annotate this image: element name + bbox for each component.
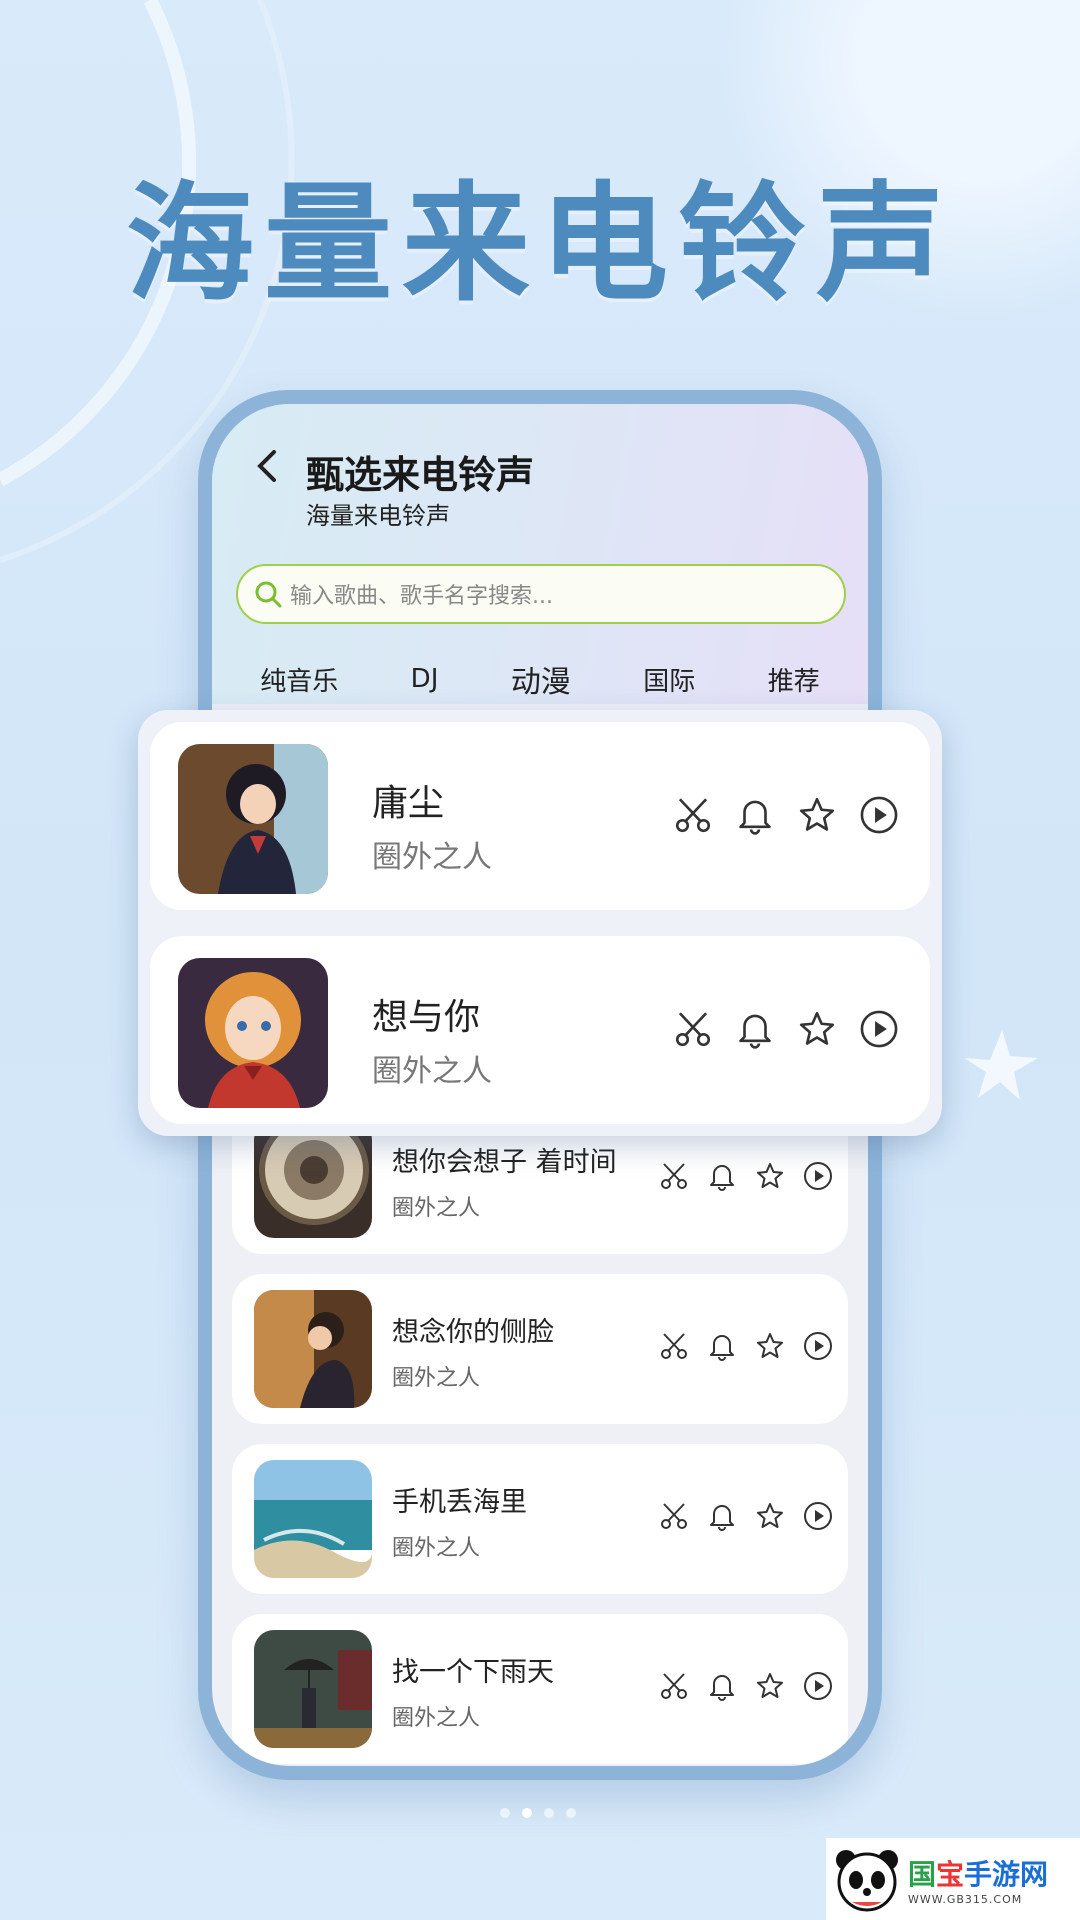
watermark-name-b: 宝 bbox=[936, 1857, 965, 1891]
star-icon[interactable] bbox=[796, 794, 838, 836]
scissors-icon[interactable] bbox=[658, 1160, 690, 1192]
category-tabs: 纯音乐 DJ 动漫 国际 推荐 bbox=[212, 654, 868, 704]
scissors-icon[interactable] bbox=[672, 794, 714, 836]
watermark-text: 国宝手游网 WWW.GB315.COM bbox=[908, 1853, 1048, 1906]
scissors-icon[interactable] bbox=[672, 1008, 714, 1050]
list-item[interactable]: 庸尘 圈外之人 bbox=[150, 722, 930, 910]
play-icon[interactable] bbox=[858, 1008, 900, 1050]
search-placeholder: 输入歌曲、歌手名字搜索... bbox=[290, 584, 553, 609]
page-title: 甄选来电铃声 bbox=[306, 453, 535, 497]
search-input[interactable]: 输入歌曲、歌手名字搜索... bbox=[236, 564, 846, 624]
row-actions bbox=[658, 1500, 834, 1532]
tab-recommended[interactable]: 推荐 bbox=[768, 661, 820, 698]
back-button[interactable] bbox=[252, 446, 282, 497]
list-item[interactable]: 手机丢海里 圈外之人 bbox=[232, 1444, 848, 1594]
ringtone-list: 想你会想子 着时间 圈外之人 想念你的侧脸 圈外之人 手机丢海里 圈外之人 找一… bbox=[232, 1104, 848, 1766]
watermark-name-c: 手游网 bbox=[964, 1857, 1049, 1891]
star-icon[interactable] bbox=[754, 1500, 786, 1532]
song-artist: 圈外之人 bbox=[392, 1706, 481, 1731]
thumbnail-clock bbox=[254, 1120, 372, 1238]
scissors-icon[interactable] bbox=[658, 1670, 690, 1702]
thumbnail-anime-girl-dark bbox=[178, 744, 328, 894]
page-indicator bbox=[500, 1808, 576, 1818]
highlight-card: 庸尘 圈外之人 想与你 圈外之人 bbox=[138, 710, 942, 1136]
tab-pure-music[interactable]: 纯音乐 bbox=[260, 661, 338, 698]
bell-icon[interactable] bbox=[706, 1500, 738, 1532]
tab-anime[interactable]: 动漫 bbox=[506, 657, 575, 703]
thumbnail-sea bbox=[254, 1460, 372, 1578]
song-title: 找一个下雨天 bbox=[392, 1657, 554, 1688]
bell-icon[interactable] bbox=[706, 1160, 738, 1192]
row-actions bbox=[672, 1008, 900, 1050]
page-dot bbox=[566, 1808, 576, 1818]
row-actions bbox=[672, 794, 900, 836]
headline: 海量来电铃声 bbox=[125, 170, 954, 319]
thumbnail-rain bbox=[254, 1630, 372, 1748]
play-icon[interactable] bbox=[802, 1330, 834, 1362]
page-subtitle: 海量来电铃声 bbox=[306, 502, 450, 530]
bell-icon[interactable] bbox=[706, 1670, 738, 1702]
chevron-left-icon bbox=[257, 450, 276, 482]
song-artist: 圈外之人 bbox=[392, 1536, 481, 1561]
song-title: 想与你 bbox=[372, 997, 481, 1038]
tab-international[interactable]: 国际 bbox=[643, 661, 695, 698]
star-icon[interactable] bbox=[754, 1670, 786, 1702]
play-icon[interactable] bbox=[802, 1670, 834, 1702]
star-icon[interactable] bbox=[754, 1330, 786, 1362]
bell-icon[interactable] bbox=[706, 1330, 738, 1362]
song-title: 想你会想子 着时间 bbox=[392, 1147, 617, 1178]
scissors-icon[interactable] bbox=[658, 1330, 690, 1362]
song-title: 庸尘 bbox=[372, 783, 445, 824]
bell-icon[interactable] bbox=[734, 794, 776, 836]
song-artist: 圈外之人 bbox=[372, 840, 492, 875]
panda-logo-icon bbox=[836, 1850, 898, 1912]
list-item[interactable]: 想与你 圈外之人 bbox=[150, 936, 930, 1124]
bell-icon[interactable] bbox=[734, 1008, 776, 1050]
page-dot-active bbox=[522, 1808, 532, 1818]
thumbnail-girl-window bbox=[254, 1290, 372, 1408]
scissors-icon[interactable] bbox=[658, 1500, 690, 1532]
song-title: 想念你的侧脸 bbox=[392, 1317, 554, 1348]
play-icon[interactable] bbox=[802, 1500, 834, 1532]
tab-dj[interactable]: DJ bbox=[411, 664, 439, 694]
song-title: 手机丢海里 bbox=[392, 1487, 527, 1518]
watermark-name-a: 国 bbox=[908, 1857, 937, 1891]
watermark-url: WWW.GB315.COM bbox=[908, 1892, 1023, 1906]
row-actions bbox=[658, 1160, 834, 1192]
list-item[interactable]: 想念你的侧脸 圈外之人 bbox=[232, 1274, 848, 1424]
search-icon bbox=[255, 581, 282, 608]
star-icon[interactable] bbox=[796, 1008, 838, 1050]
song-artist: 圈外之人 bbox=[392, 1366, 481, 1391]
page-dot bbox=[544, 1808, 554, 1818]
row-actions bbox=[658, 1330, 834, 1362]
play-icon[interactable] bbox=[858, 794, 900, 836]
thumbnail-anime-girl-orange bbox=[178, 958, 328, 1108]
list-item[interactable]: 找一个下雨天 圈外之人 bbox=[232, 1614, 848, 1764]
watermark: 国宝手游网 WWW.GB315.COM bbox=[826, 1838, 1080, 1920]
star-icon[interactable] bbox=[754, 1160, 786, 1192]
song-artist: 圈外之人 bbox=[392, 1196, 481, 1221]
play-icon[interactable] bbox=[802, 1160, 834, 1192]
page-dot bbox=[500, 1808, 510, 1818]
song-artist: 圈外之人 bbox=[372, 1054, 492, 1089]
row-actions bbox=[658, 1670, 834, 1702]
